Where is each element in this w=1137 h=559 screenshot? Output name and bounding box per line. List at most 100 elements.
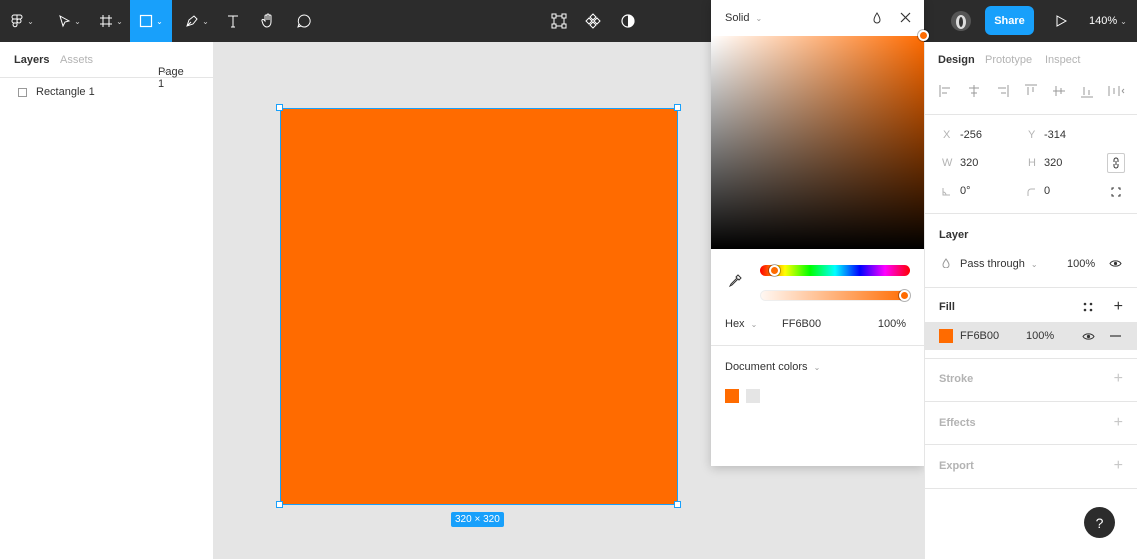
share-button[interactable]: Share — [985, 6, 1034, 35]
zoom-menu[interactable]: 140% ⌄ — [1089, 0, 1127, 42]
chevron-down-icon: ⌄ — [755, 14, 763, 23]
fill-type-dropdown[interactable]: Solid ⌄ — [725, 12, 762, 24]
mask-button[interactable] — [618, 0, 638, 42]
color-swatch[interactable] — [746, 389, 760, 403]
fill-hex-input[interactable]: FF6B00 — [960, 330, 999, 342]
link-icon — [1113, 157, 1119, 169]
align-horizontal-center-icon — [969, 85, 979, 97]
layer-item[interactable]: Rectangle 1 — [0, 84, 213, 100]
fill-color-swatch[interactable] — [939, 329, 953, 343]
fill-type-label: Solid — [725, 12, 750, 24]
remove-fill-icon[interactable] — [1110, 335, 1121, 337]
hex-input[interactable]: FF6B00 — [782, 318, 821, 330]
fill-opacity-input[interactable]: 100% — [1026, 330, 1054, 342]
create-component-button[interactable] — [582, 0, 604, 42]
add-effect-button[interactable]: + — [1114, 415, 1123, 431]
tab-prototype[interactable]: Prototype — [985, 54, 1032, 66]
independent-corners-icon[interactable] — [1111, 187, 1121, 197]
color-format-dropdown[interactable]: Hex ⌄ — [725, 318, 757, 330]
divider — [711, 345, 924, 346]
tab-assets[interactable]: Assets — [60, 54, 93, 66]
eye-icon[interactable] — [1082, 332, 1095, 341]
rectangle-shape[interactable] — [280, 108, 678, 505]
opacity-slider[interactable] — [760, 290, 910, 301]
document-colors-dropdown[interactable]: Document colors ⌄ — [725, 361, 820, 373]
avatar[interactable] — [948, 0, 974, 42]
x-input[interactable]: -256 — [960, 129, 982, 141]
eyedropper-icon[interactable] — [728, 274, 742, 288]
saturation-knob[interactable] — [918, 30, 929, 41]
help-button[interactable]: ? — [1084, 507, 1115, 538]
distribute-icon — [1108, 86, 1125, 96]
edit-object-button[interactable] — [548, 0, 570, 42]
add-stroke-button[interactable]: + — [1114, 371, 1123, 387]
close-icon[interactable] — [900, 12, 911, 23]
hue-knob[interactable] — [769, 265, 780, 276]
move-tool-button[interactable]: ⌄ — [52, 0, 86, 42]
blend-mode-icon[interactable] — [872, 12, 882, 24]
left-panel-tabs: Layers Assets Page 1 ⌄ — [0, 42, 213, 90]
rectangle-icon — [18, 88, 27, 97]
frame-tool-button[interactable]: ⌄ — [94, 0, 128, 42]
rectangle-icon — [140, 14, 153, 28]
corner-radius-input[interactable]: 0 — [1044, 185, 1050, 197]
chevron-down-icon: ⌄ — [1030, 260, 1038, 269]
layer-name: Rectangle 1 — [36, 86, 95, 98]
eye-icon[interactable] — [1109, 259, 1122, 268]
size-badge: 320 × 320 — [451, 512, 504, 527]
color-swatch[interactable] — [725, 389, 739, 403]
rectangle-tool-button[interactable]: ⌄ — [130, 0, 172, 42]
pen-tool-button[interactable]: ⌄ — [180, 0, 214, 42]
hand-tool-button[interactable] — [256, 0, 280, 42]
hand-icon — [261, 13, 272, 28]
design-panel: Design Prototype Inspect X -256 Y -314 W… — [924, 42, 1137, 559]
constrain-proportions-button[interactable] — [1107, 153, 1125, 173]
main-menu-button[interactable]: ⌄ — [6, 0, 38, 42]
text-icon — [228, 15, 238, 28]
rotation-input[interactable]: 0° — [960, 185, 971, 197]
layer-opacity-input[interactable]: 100% — [1067, 258, 1095, 270]
edit-object-icon — [551, 13, 567, 29]
align-top-icon — [1025, 84, 1037, 95]
tab-inspect[interactable]: Inspect — [1045, 54, 1080, 66]
opacity-knob[interactable] — [899, 290, 910, 301]
saturation-field[interactable] — [711, 36, 924, 249]
hue-slider[interactable] — [760, 265, 910, 276]
chevron-down-icon: ⌄ — [27, 16, 34, 26]
tab-layers[interactable]: Layers — [14, 54, 49, 66]
y-input[interactable]: -314 — [1044, 129, 1066, 141]
divider — [925, 401, 1137, 402]
resize-handle-bottom-right[interactable] — [674, 501, 681, 508]
x-label: X — [943, 129, 951, 141]
text-tool-button[interactable] — [222, 0, 244, 42]
play-icon — [1056, 15, 1067, 27]
export-section-title: Export — [939, 460, 974, 472]
fill-item[interactable]: FF6B00 100% — [925, 322, 1137, 350]
align-bottom-icon — [1081, 87, 1093, 98]
figma-logo-icon — [11, 14, 23, 28]
resize-handle-top-right[interactable] — [674, 104, 681, 111]
stroke-section-title: Stroke — [939, 373, 974, 385]
toolbar: ⌄ ⌄ ⌄ ⌄ ⌄ Share 140% ⌄ — [0, 0, 1137, 42]
resize-handle-top-left[interactable] — [276, 104, 283, 111]
layer-section-title: Layer — [939, 229, 969, 241]
fill-section-title: Fill — [939, 301, 955, 313]
resize-handle-bottom-left[interactable] — [276, 501, 283, 508]
comment-tool-button[interactable] — [292, 0, 316, 42]
chevron-down-icon: ⌄ — [1120, 16, 1127, 26]
blend-mode-dropdown[interactable]: Pass through ⌄ — [960, 258, 1038, 270]
picker-header: Solid ⌄ — [711, 0, 924, 36]
height-input[interactable]: 320 — [1044, 157, 1062, 169]
present-button[interactable] — [1052, 0, 1070, 42]
add-fill-button[interactable]: + — [1114, 299, 1123, 315]
styles-grid-icon[interactable] — [1083, 302, 1093, 312]
width-input[interactable]: 320 — [960, 157, 978, 169]
divider — [925, 358, 1137, 359]
add-export-button[interactable]: + — [1114, 458, 1123, 474]
chevron-down-icon: ⌄ — [156, 16, 163, 26]
align-vertical-center-icon — [1053, 86, 1065, 96]
document-colors-label: Document colors — [725, 361, 808, 373]
color-picker: Solid ⌄ Hex ⌄ FF6B00 100% Document color… — [711, 0, 929, 466]
tab-design[interactable]: Design — [938, 54, 975, 66]
opacity-input[interactable]: 100% — [878, 318, 906, 330]
